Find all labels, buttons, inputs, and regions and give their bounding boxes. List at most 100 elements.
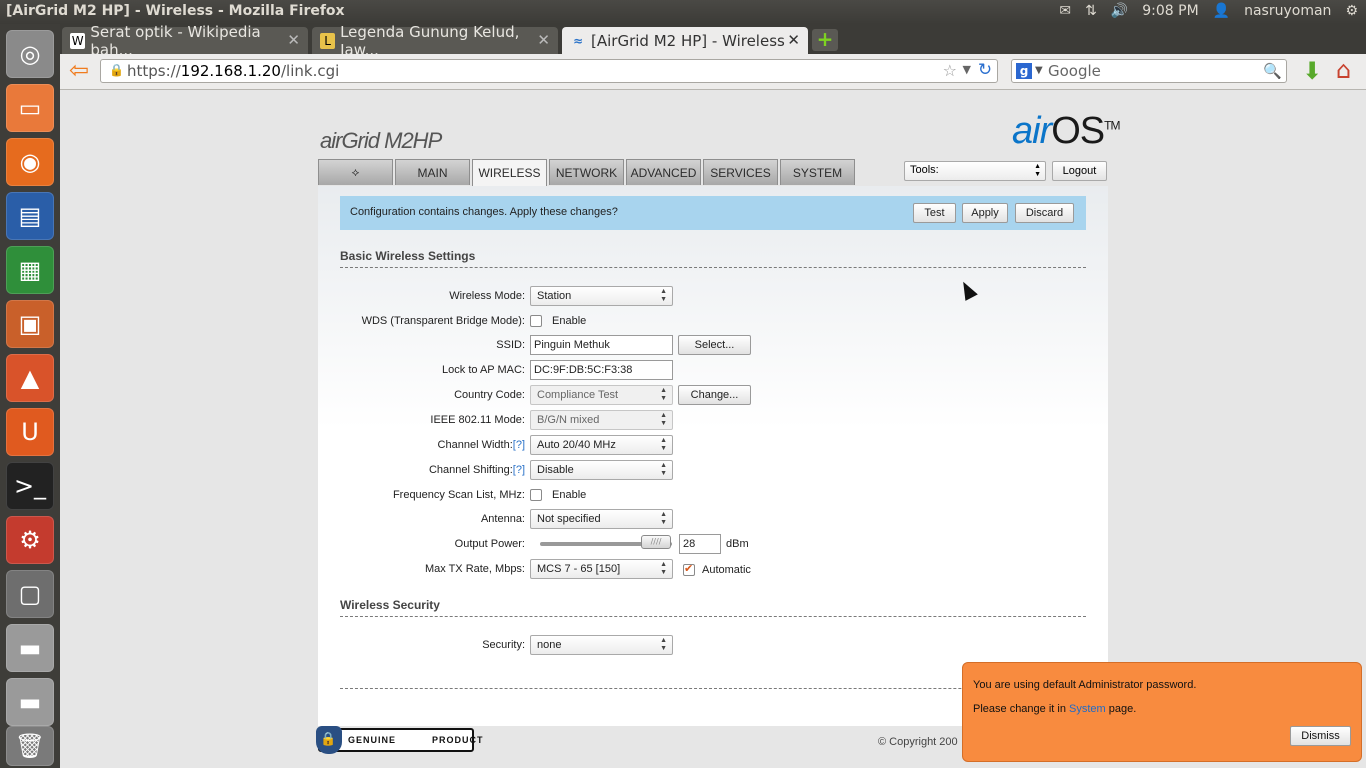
tab-airgrid[interactable]: ≈ [AirGrid M2 HP] - Wireless ✕ bbox=[562, 27, 808, 54]
lock-mac-input[interactable]: DC:9F:DB:5C:F3:38 bbox=[530, 360, 673, 380]
tab-wikipedia[interactable]: W Serat optik - Wikipedia bah... ✕ bbox=[62, 23, 308, 59]
ubuntu-one-icon[interactable]: U bbox=[6, 408, 54, 456]
page-favicon-icon: L bbox=[320, 32, 336, 49]
workspace-switcher-icon[interactable]: ▢ bbox=[6, 570, 54, 618]
channel-width-select[interactable]: Auto 20/40 MHz ▲ ▼ bbox=[530, 435, 673, 455]
system-tray: ✉ ⇅ 🔊 9:08 PM 👤 nasruyoman ⚙ bbox=[1059, 3, 1358, 19]
default-password-notification: You are using default Administrator pass… bbox=[962, 662, 1362, 762]
tab-services[interactable]: SERVICES bbox=[703, 159, 778, 185]
close-tab-icon[interactable]: ✕ bbox=[537, 31, 550, 49]
output-power-input[interactable]: 28 bbox=[679, 534, 721, 554]
wds-enable-label: Enable bbox=[552, 315, 587, 327]
wds-checkbox[interactable] bbox=[530, 315, 542, 327]
wireless-security-heading: Wireless Security bbox=[340, 598, 1086, 617]
close-tab-icon[interactable]: ✕ bbox=[787, 31, 800, 49]
lock-icon[interactable]: 🔒 bbox=[109, 63, 124, 77]
network-icon[interactable]: ⇅ bbox=[1085, 3, 1097, 19]
search-bar[interactable]: g ▼ Google 🔍 bbox=[1011, 59, 1287, 83]
notice-message: Configuration contains changes. Apply th… bbox=[350, 206, 618, 218]
wifi-icon: ≈ bbox=[572, 33, 584, 48]
firefox-icon[interactable]: ◉ bbox=[6, 138, 54, 186]
discard-button[interactable]: Discard bbox=[1015, 203, 1074, 223]
wds-label: WDS (Transparent Bridge Mode): bbox=[361, 315, 525, 327]
drive-icon-2[interactable]: ▬ bbox=[6, 678, 54, 726]
writer-icon[interactable]: ▤ bbox=[6, 192, 54, 240]
notification-line-2: Please change it in System page. bbox=[973, 703, 1137, 715]
tab-legenda[interactable]: L Legenda Gunung Kelud, Jaw... ✕ bbox=[312, 23, 558, 59]
new-tab-button[interactable]: + bbox=[812, 29, 838, 51]
url-bar[interactable]: 🔒 https://192.168.1.20/link.cgi ☆ ▼ ↻ bbox=[100, 59, 998, 83]
clock[interactable]: 9:08 PM bbox=[1142, 3, 1198, 19]
system-link[interactable]: System bbox=[1069, 703, 1106, 715]
antenna-select[interactable]: Not specified ▲ ▼ bbox=[530, 509, 673, 529]
tab-advanced[interactable]: ADVANCED bbox=[626, 159, 701, 185]
lock-shield-icon: 🔒 bbox=[316, 726, 342, 754]
main-nav-tabs: ⟡ MAIN WIRELESS NETWORK ADVANCED SERVICE… bbox=[318, 159, 855, 186]
ubnt-logo-tab[interactable]: ⟡ bbox=[318, 159, 393, 185]
antenna-label: Antenna: bbox=[480, 513, 525, 525]
nav-bar: ⇦ 🔒 https://192.168.1.20/link.cgi ☆ ▼ ↻ … bbox=[60, 54, 1366, 90]
search-placeholder[interactable]: Google bbox=[1048, 62, 1101, 80]
output-power-slider-handle[interactable]: //// bbox=[641, 535, 671, 549]
airos-logo: airOSTM bbox=[1012, 110, 1120, 152]
apply-button[interactable]: Apply bbox=[962, 203, 1008, 223]
search-icon[interactable]: 🔍 bbox=[1263, 62, 1282, 80]
home-icon[interactable]: ⌂ bbox=[1336, 56, 1351, 84]
output-power-label: Output Power: bbox=[454, 538, 525, 550]
channel-shifting-select[interactable]: Disable ▲ ▼ bbox=[530, 460, 673, 480]
freq-scan-checkbox[interactable] bbox=[530, 489, 542, 501]
wireless-mode-label: Wireless Mode: bbox=[449, 290, 525, 302]
url-text[interactable]: https://192.168.1.20/link.cgi bbox=[127, 62, 339, 80]
mail-icon[interactable]: ✉ bbox=[1059, 3, 1071, 19]
automatic-checkbox[interactable] bbox=[683, 562, 695, 576]
software-center-icon[interactable]: ▲ bbox=[6, 354, 54, 402]
ssid-input[interactable]: Pinguin Methuk bbox=[530, 335, 673, 355]
dash-home-icon[interactable]: ◎ bbox=[6, 30, 54, 78]
max-tx-rate-select[interactable]: MCS 7 - 65 [150] ▲ ▼ bbox=[530, 559, 673, 579]
impress-icon[interactable]: ▣ bbox=[6, 300, 54, 348]
trash-icon[interactable]: 🗑 bbox=[6, 726, 54, 766]
calc-icon[interactable]: ▦ bbox=[6, 246, 54, 294]
chevron-updown-icon: ▲ ▼ bbox=[660, 637, 667, 652]
google-icon[interactable]: g bbox=[1016, 63, 1032, 79]
launcher: ◎ ▭ ◉ ▤ ▦ ▣ ▲ U >_ ⚙ ▢ ▬ ▬ 🗑 bbox=[0, 24, 61, 768]
terminal-icon[interactable]: >_ bbox=[6, 462, 54, 510]
volume-icon[interactable]: 🔊 bbox=[1111, 3, 1128, 19]
drive-icon[interactable]: ▬ bbox=[6, 624, 54, 672]
tab-system[interactable]: SYSTEM bbox=[780, 159, 855, 185]
tools-select[interactable]: Tools: ▲ ▼ bbox=[904, 161, 1046, 181]
url-dropdown-icon[interactable]: ▼ bbox=[963, 63, 971, 76]
bookmark-star-icon[interactable]: ☆ bbox=[943, 61, 957, 80]
chevron-updown-icon: ▲ ▼ bbox=[660, 288, 667, 303]
wireless-mode-select[interactable]: Station ▲ ▼ bbox=[530, 286, 673, 306]
tab-strip: W Serat optik - Wikipedia bah... ✕ L Leg… bbox=[60, 23, 1366, 59]
tab-wireless[interactable]: WIRELESS bbox=[472, 159, 547, 186]
files-icon[interactable]: ▭ bbox=[6, 84, 54, 132]
download-icon[interactable]: ⬇ bbox=[1302, 57, 1322, 85]
ieee-mode-select: B/G/N mixed ▲ ▼ bbox=[530, 410, 673, 430]
chevron-updown-icon: ▲ ▼ bbox=[660, 437, 667, 452]
lock-mac-label: Lock to AP MAC: bbox=[442, 364, 525, 376]
security-select[interactable]: none ▲ ▼ bbox=[530, 635, 673, 655]
tab-network[interactable]: NETWORK bbox=[549, 159, 624, 185]
close-tab-icon[interactable]: ✕ bbox=[287, 31, 300, 49]
security-label: Security: bbox=[482, 639, 525, 651]
ssid-label: SSID: bbox=[496, 339, 525, 351]
window-title: [AirGrid M2 HP] - Wireless - Mozilla Fir… bbox=[6, 3, 345, 19]
ssid-select-button[interactable]: Select... bbox=[678, 335, 751, 355]
channel-width-help-link[interactable]: [?] bbox=[513, 439, 525, 451]
test-button[interactable]: Test bbox=[913, 203, 956, 223]
logout-button[interactable]: Logout bbox=[1052, 161, 1107, 181]
wikipedia-icon: W bbox=[70, 32, 86, 49]
country-change-button[interactable]: Change... bbox=[678, 385, 751, 405]
reload-icon[interactable]: ↻ bbox=[975, 60, 995, 80]
channel-shifting-help-link[interactable]: [?] bbox=[513, 464, 525, 476]
back-arrow-icon[interactable]: ⇦ bbox=[66, 58, 92, 84]
tab-main[interactable]: MAIN bbox=[395, 159, 470, 185]
dismiss-button[interactable]: Dismiss bbox=[1290, 726, 1351, 746]
search-engine-dropdown-icon[interactable]: ▼ bbox=[1035, 65, 1043, 76]
tab-label: [AirGrid M2 HP] - Wireless bbox=[591, 31, 785, 50]
system-settings-icon[interactable]: ⚙ bbox=[6, 516, 54, 564]
settings-gear-icon[interactable]: ⚙ bbox=[1345, 3, 1358, 19]
user-name[interactable]: nasruyoman bbox=[1244, 3, 1331, 19]
